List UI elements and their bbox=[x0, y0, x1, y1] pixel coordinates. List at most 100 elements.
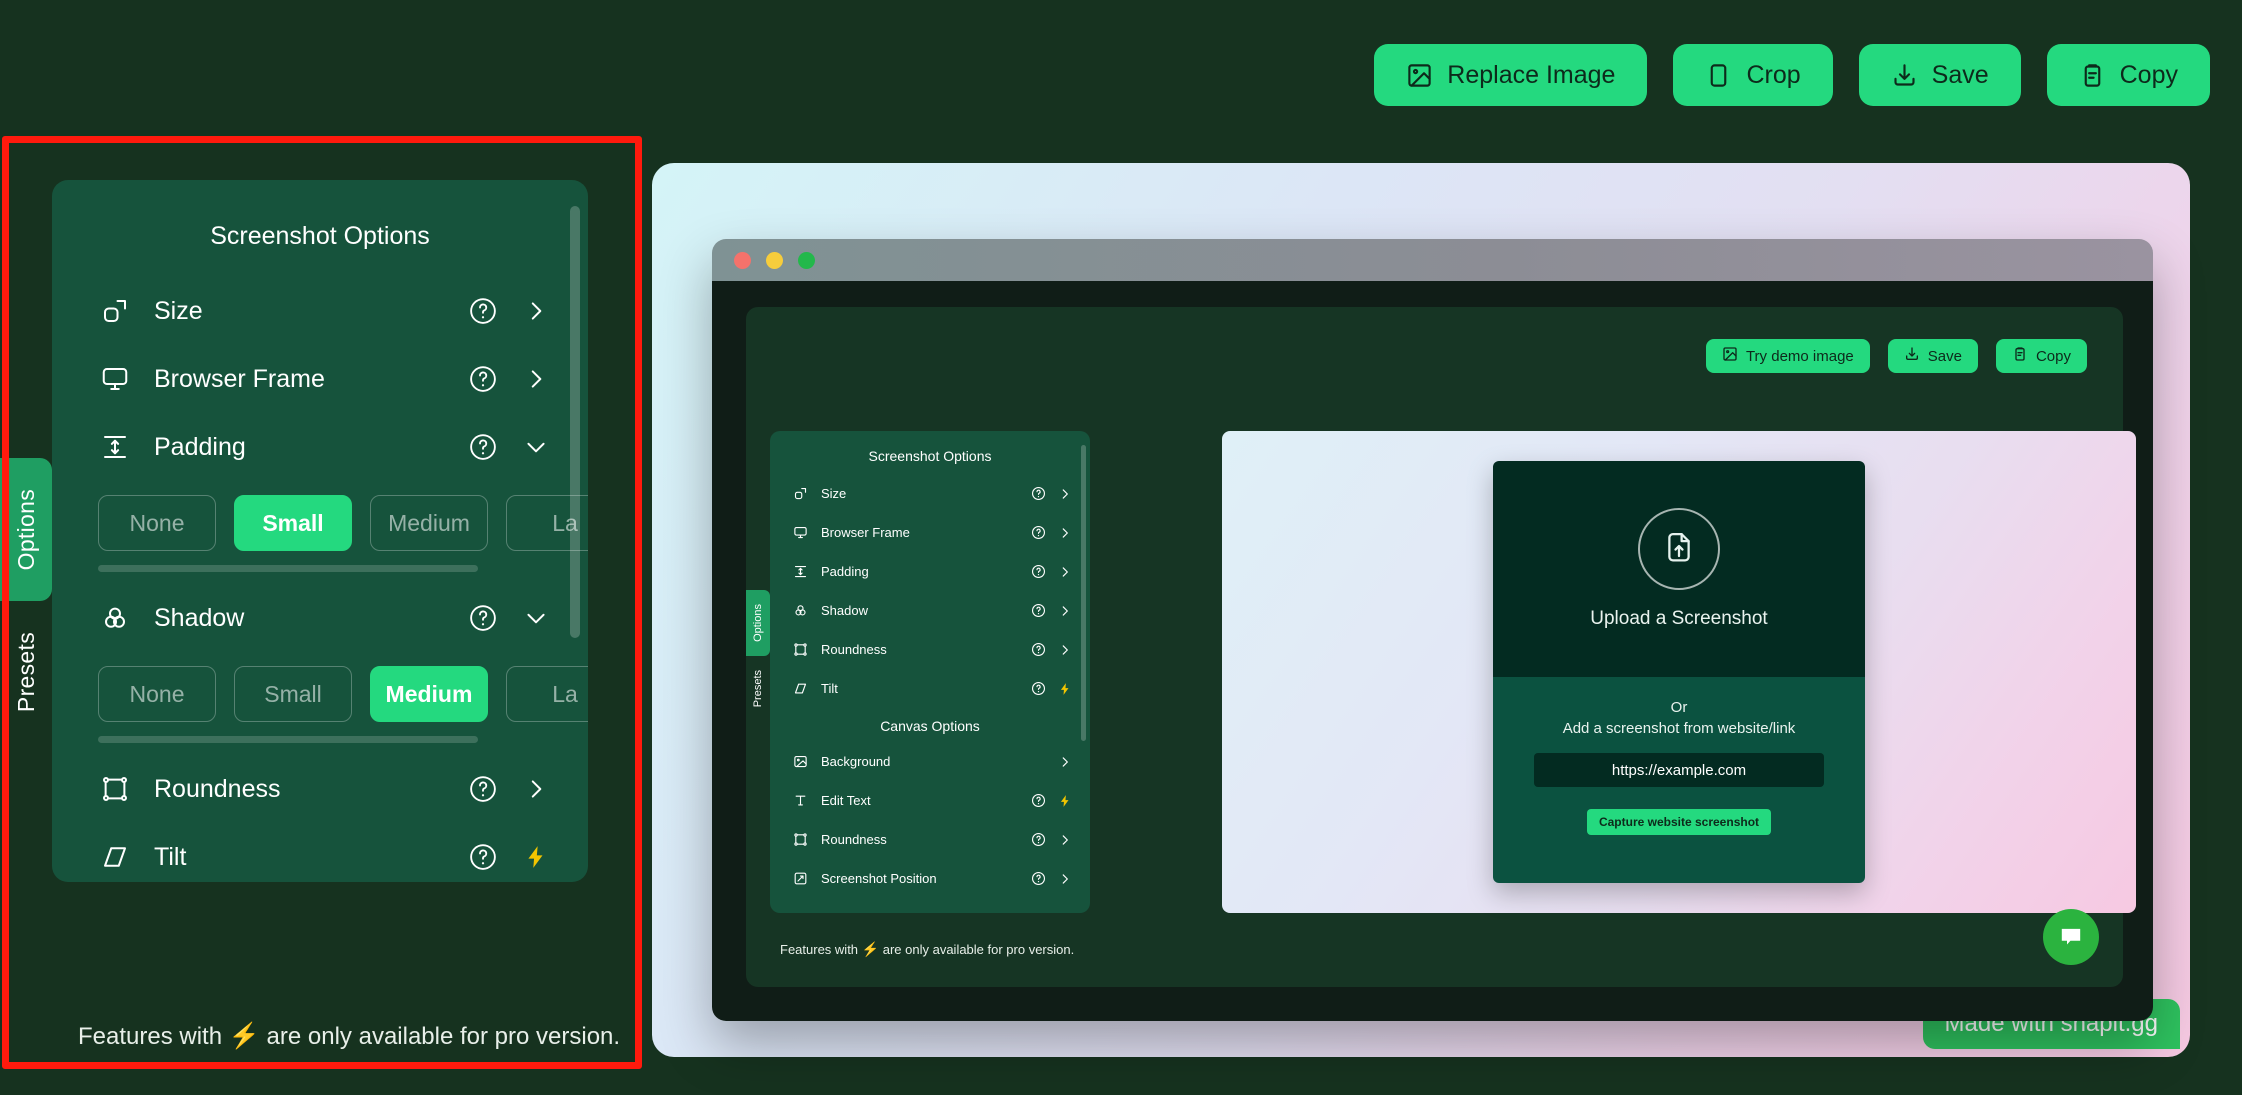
capture-website-screenshot-button[interactable]: Capture website screenshot bbox=[1587, 809, 1771, 835]
option-label-shadow: Shadow bbox=[154, 604, 468, 633]
padding-option-medium[interactable]: Medium bbox=[370, 495, 488, 551]
inner-save-button[interactable]: Save bbox=[1888, 339, 1978, 373]
inner-option-row-tilt[interactable]: Tilt bbox=[770, 669, 1090, 708]
chevron-right-icon[interactable] bbox=[1058, 755, 1072, 769]
shadow-option-none[interactable]: None bbox=[98, 666, 216, 722]
option-label-tilt: Tilt bbox=[154, 843, 468, 872]
help-icon[interactable] bbox=[468, 603, 498, 633]
help-icon[interactable] bbox=[1031, 793, 1046, 808]
inner-tab-presets[interactable]: Presets bbox=[746, 656, 770, 722]
help-icon[interactable] bbox=[1031, 871, 1046, 886]
chevron-right-icon[interactable] bbox=[1058, 872, 1072, 886]
help-icon[interactable] bbox=[1031, 486, 1046, 501]
option-row-roundness[interactable]: Roundness bbox=[52, 757, 588, 821]
save-button[interactable]: Save bbox=[1859, 44, 2021, 106]
pro-bolt-icon: ⚡ bbox=[229, 1022, 260, 1050]
inner-copy-label: Copy bbox=[2036, 348, 2071, 365]
chevron-right-icon[interactable] bbox=[522, 297, 550, 325]
size-icon bbox=[98, 294, 132, 328]
chevron-right-icon[interactable] bbox=[522, 365, 550, 393]
sidebar-tab-presets[interactable]: Presets bbox=[0, 601, 52, 744]
option-row-size[interactable]: Size bbox=[52, 279, 588, 343]
inner-option-row-size[interactable]: Size bbox=[770, 474, 1090, 513]
roundness-icon bbox=[792, 831, 809, 848]
padding-option-small[interactable]: Small bbox=[234, 495, 352, 551]
minimize-yellow-icon[interactable] bbox=[766, 252, 783, 269]
shadow-option-medium[interactable]: Medium bbox=[370, 666, 488, 722]
help-icon[interactable] bbox=[1031, 603, 1046, 618]
help-icon[interactable] bbox=[1031, 832, 1046, 847]
sidebar-tab-options-label: Options bbox=[13, 489, 40, 570]
size-icon bbox=[792, 485, 809, 502]
padding-scroll-track[interactable] bbox=[98, 565, 478, 572]
chevron-right-icon[interactable] bbox=[1058, 643, 1072, 657]
copy-button[interactable]: Copy bbox=[2047, 44, 2210, 106]
maximize-green-icon[interactable] bbox=[798, 252, 815, 269]
try-demo-image-button[interactable]: Try demo image bbox=[1706, 339, 1870, 373]
roundness-icon bbox=[98, 772, 132, 806]
pro-note-before: Features with bbox=[78, 1023, 222, 1050]
chevron-right-icon[interactable] bbox=[1058, 604, 1072, 618]
replace-image-button[interactable]: Replace Image bbox=[1374, 44, 1647, 106]
shadow-scroll-track[interactable] bbox=[98, 736, 478, 743]
nested-browser-window: Try demo image Save Copy bbox=[712, 239, 2153, 1021]
inner-option-row-shadow[interactable]: Shadow bbox=[770, 591, 1090, 630]
close-red-icon[interactable] bbox=[734, 252, 751, 269]
inner-option-row-background[interactable]: Background bbox=[770, 742, 1090, 781]
inner-pro-note-before: Features with bbox=[780, 942, 858, 957]
inner-tab-options[interactable]: Options bbox=[746, 590, 770, 656]
inner-option-row-canvas-roundness[interactable]: Roundness bbox=[770, 820, 1090, 859]
inner-option-row-padding[interactable]: Padding bbox=[770, 552, 1090, 591]
help-icon[interactable] bbox=[468, 364, 498, 394]
padding-option-none[interactable]: None bbox=[98, 495, 216, 551]
app-root: Replace Image Crop Save bbox=[0, 0, 2242, 1095]
option-row-browser-frame[interactable]: Browser Frame bbox=[52, 347, 588, 411]
inner-option-label-canvas-roundness: Roundness bbox=[821, 832, 1031, 847]
help-icon[interactable] bbox=[468, 432, 498, 462]
inner-canvas-options-title: Canvas Options bbox=[770, 708, 1090, 742]
help-icon[interactable] bbox=[1031, 642, 1046, 657]
tilt-icon bbox=[792, 680, 809, 697]
chevron-right-icon[interactable] bbox=[522, 775, 550, 803]
inner-panel-title: Screenshot Options bbox=[770, 431, 1090, 474]
padding-option-large[interactable]: La bbox=[506, 495, 588, 551]
chevron-down-icon[interactable] bbox=[522, 433, 550, 461]
pro-bolt-icon bbox=[522, 843, 550, 871]
sidebar-tab-presets-label: Presets bbox=[13, 632, 40, 712]
chevron-down-icon[interactable] bbox=[522, 604, 550, 632]
help-icon[interactable] bbox=[1031, 681, 1046, 696]
upload-headline: Upload a Screenshot bbox=[1590, 608, 1767, 630]
chat-bubble-button[interactable] bbox=[2043, 909, 2099, 965]
help-icon[interactable] bbox=[468, 774, 498, 804]
inner-option-row-edit-text[interactable]: Edit Text bbox=[770, 781, 1090, 820]
pro-version-note: Features with ⚡ are only available for p… bbox=[78, 1023, 620, 1051]
help-icon[interactable] bbox=[1031, 525, 1046, 540]
option-row-padding[interactable]: Padding bbox=[52, 415, 588, 479]
try-demo-image-label: Try demo image bbox=[1746, 348, 1854, 365]
inner-app: Try demo image Save Copy bbox=[746, 307, 2123, 987]
chevron-right-icon[interactable] bbox=[1058, 565, 1072, 579]
shadow-option-large[interactable]: La bbox=[506, 666, 588, 722]
shadow-option-small[interactable]: Small bbox=[234, 666, 352, 722]
chevron-right-icon[interactable] bbox=[1058, 526, 1072, 540]
option-row-shadow[interactable]: Shadow bbox=[52, 586, 588, 650]
inner-copy-button[interactable]: Copy bbox=[1996, 339, 2087, 373]
help-icon[interactable] bbox=[468, 296, 498, 326]
help-icon[interactable] bbox=[1031, 564, 1046, 579]
option-row-tilt[interactable]: Tilt bbox=[52, 825, 588, 882]
chevron-right-icon[interactable] bbox=[1058, 833, 1072, 847]
inner-option-row-roundness[interactable]: Roundness bbox=[770, 630, 1090, 669]
crop-button[interactable]: Crop bbox=[1673, 44, 1832, 106]
upload-dropzone[interactable]: Upload a Screenshot bbox=[1493, 461, 1865, 677]
pro-note-after: are only available for pro version. bbox=[267, 1023, 621, 1050]
website-url-input[interactable]: https://example.com bbox=[1534, 753, 1824, 787]
chevron-right-icon[interactable] bbox=[1058, 487, 1072, 501]
sidebar-tab-options[interactable]: Options bbox=[0, 458, 52, 601]
left-sidebar-region: Options Presets Screenshot Options Size bbox=[0, 136, 645, 1069]
inner-option-row-browser-frame[interactable]: Browser Frame bbox=[770, 513, 1090, 552]
inner-panel-scrollbar[interactable] bbox=[1081, 445, 1086, 741]
inner-option-row-screenshot-position[interactable]: Screenshot Position bbox=[770, 859, 1090, 898]
image-icon bbox=[1722, 346, 1738, 366]
help-icon[interactable] bbox=[468, 842, 498, 872]
screenshot-options-panel: Screenshot Options Size bbox=[52, 180, 588, 882]
